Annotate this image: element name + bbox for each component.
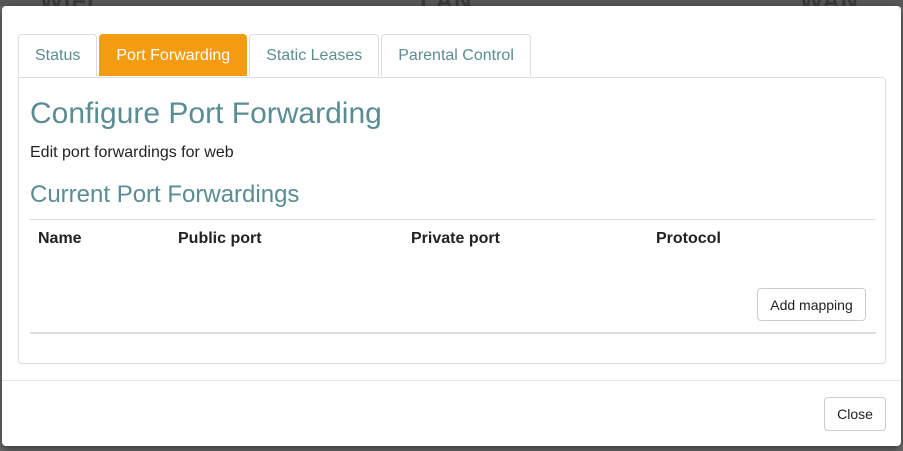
close-button[interactable]: Close xyxy=(824,397,886,431)
modal-footer: Close xyxy=(2,380,901,446)
add-mapping-button[interactable]: Add mapping xyxy=(757,288,866,321)
tab-static-leases[interactable]: Static Leases xyxy=(249,34,380,76)
page-description: Edit port forwardings for web xyxy=(30,144,234,161)
tab-port-forwarding[interactable]: Port Forwarding xyxy=(99,34,248,76)
table-divider xyxy=(30,219,876,220)
modal-body: Status Port Forwarding Static Leases Par… xyxy=(2,6,901,380)
modal-dialog: Status Port Forwarding Static Leases Par… xyxy=(2,6,901,446)
table-footer-divider xyxy=(30,332,876,334)
tab-panel-port-forwarding: Configure Port Forwarding Edit port forw… xyxy=(18,77,886,364)
tab-parental-control[interactable]: Parental Control xyxy=(381,34,531,76)
section-title: Current Port Forwardings xyxy=(30,181,300,208)
tab-status[interactable]: Status xyxy=(18,34,98,76)
column-header-protocol: Protocol xyxy=(656,230,721,247)
page-title: Configure Port Forwarding xyxy=(30,97,382,130)
tab-bar: Status Port Forwarding Static Leases Par… xyxy=(18,34,533,77)
column-header-name: Name xyxy=(38,230,82,247)
column-header-private-port: Private port xyxy=(411,230,500,247)
column-header-public-port: Public port xyxy=(178,230,262,247)
